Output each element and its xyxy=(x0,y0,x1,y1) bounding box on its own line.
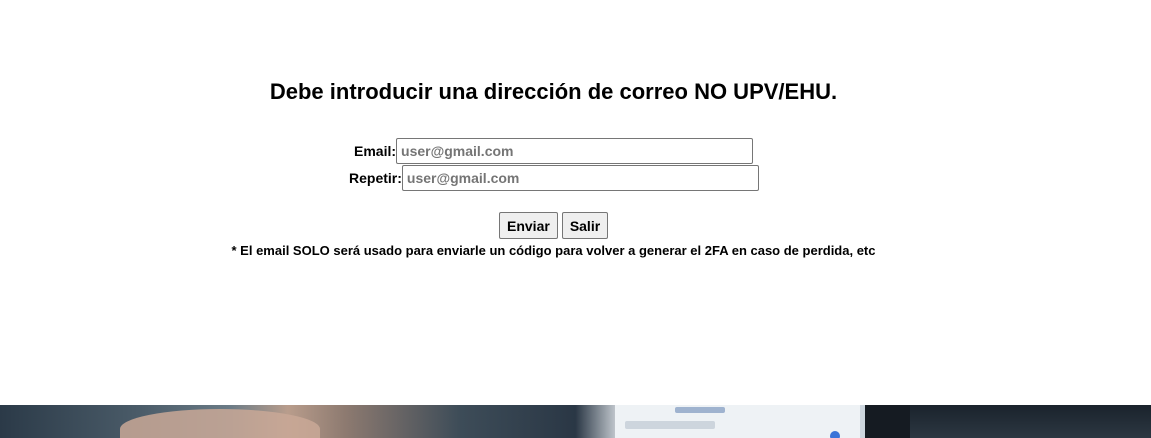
repeat-email-field[interactable] xyxy=(401,165,759,191)
exit-button[interactable]: Salir xyxy=(561,212,609,239)
device-edge-graphic xyxy=(865,405,915,438)
send-button[interactable]: Enviar xyxy=(499,212,558,239)
email-usage-note: * El email SOLO será usado para enviarle… xyxy=(231,243,876,258)
screen-field-graphic xyxy=(625,421,715,429)
email-row: Email: xyxy=(354,138,754,164)
email-label: Email: xyxy=(354,143,397,159)
monitor-graphic xyxy=(910,405,1151,438)
screen-header-graphic xyxy=(675,407,725,413)
banner-image xyxy=(0,405,1151,438)
form-buttons: Enviar Salir xyxy=(499,212,609,239)
repeat-email-row: Repetir: xyxy=(349,165,759,191)
phone-screen-graphic xyxy=(615,405,860,438)
page-title: Debe introducir una dirección de correo … xyxy=(269,79,838,104)
repeat-email-label: Repetir: xyxy=(349,170,402,186)
hand-graphic xyxy=(120,409,320,438)
page: Debe introducir una dirección de correo … xyxy=(0,0,1151,438)
email-field[interactable] xyxy=(396,138,754,164)
screen-dot-graphic xyxy=(830,431,840,438)
